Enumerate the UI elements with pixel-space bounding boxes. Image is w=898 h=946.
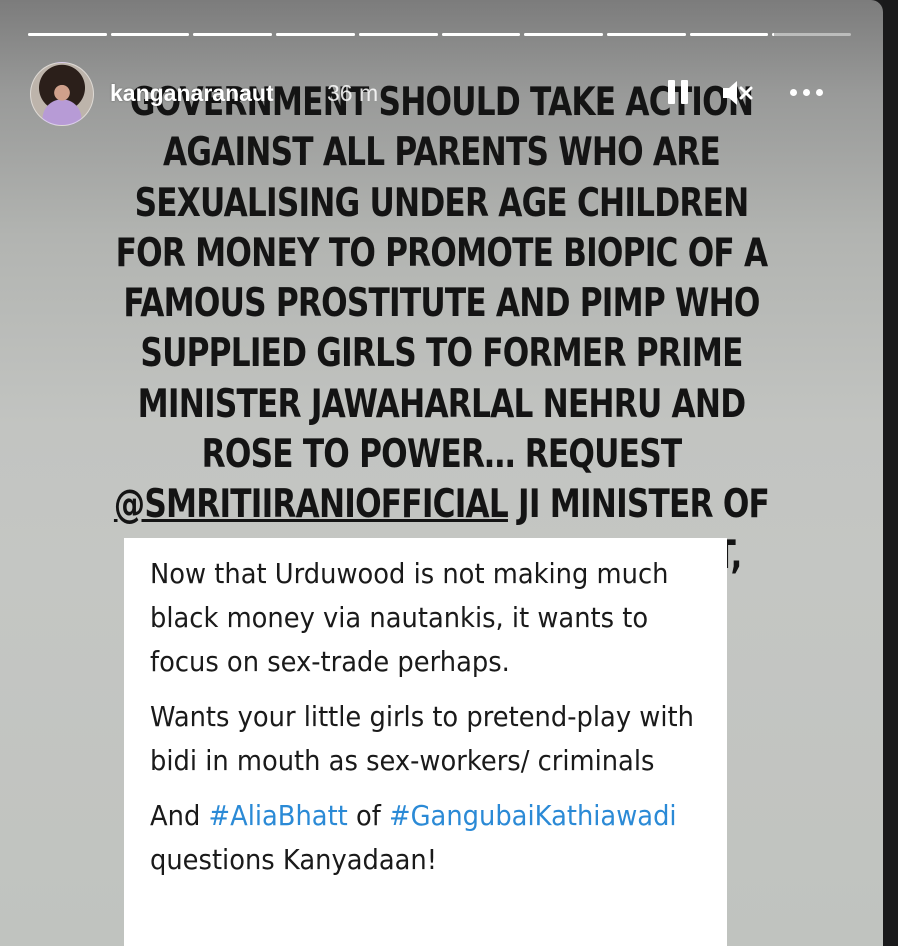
hashtag-link[interactable]: #GangubaiKathiawadi [389, 799, 677, 832]
more-dot [790, 89, 797, 96]
progress-fill [193, 33, 273, 36]
tweet-paragraph: And #AliaBhatt of #GangubaiKathiawadi qu… [150, 794, 702, 882]
progress-fill [524, 33, 603, 36]
tweet-text: of [347, 799, 389, 832]
mention-link[interactable]: @SMRITIIRANIOFFICIAL [114, 482, 509, 527]
story-viewer[interactable]: GOVERNMENT SHOULD TAKE ACTION AGAINST AL… [0, 0, 883, 946]
avatar[interactable] [30, 62, 94, 126]
progress-segment [28, 33, 107, 36]
progress-segment [193, 33, 273, 36]
right-edge-rail [883, 0, 898, 946]
progress-fill [689, 33, 769, 36]
progress-fill [276, 33, 355, 36]
mute-icon[interactable] [720, 76, 754, 110]
progress-segment [524, 33, 603, 36]
progress-fill [28, 33, 107, 36]
progress-segment [358, 33, 438, 36]
story-header: kanganaranaut 36 m [30, 60, 853, 126]
tweet-paragraph: Now that Urduwood is not making much bla… [150, 557, 669, 678]
tweet-paragraph: Wants your little girls to pretend-play … [150, 700, 694, 777]
mute-icon-graphic [723, 81, 753, 105]
progress-fill [441, 33, 521, 36]
more-dot [803, 89, 810, 96]
progress-segment [110, 33, 190, 36]
story-progress-bar [28, 33, 852, 36]
hashtag-link[interactable]: #AliaBhatt [208, 799, 347, 832]
post-time: 36 m [327, 80, 379, 106]
tweet-text: questions Kanyadaan! [150, 843, 438, 876]
progress-fill [110, 33, 190, 36]
progress-segment [441, 33, 521, 36]
progress-fill [606, 33, 686, 36]
pause-icon[interactable] [662, 76, 696, 110]
caption-text: GOVERNMENT SHOULD TAKE ACTION AGAINST AL… [115, 80, 768, 478]
progress-fill [358, 33, 438, 36]
more-icon[interactable] [790, 76, 830, 110]
progress-segment [772, 33, 852, 36]
username[interactable]: kanganaranaut [110, 80, 274, 107]
progress-segment [689, 33, 769, 36]
more-dot [816, 89, 823, 96]
tweet-screenshot: Now that Urduwood is not making much bla… [124, 538, 727, 946]
tweet-text: And [150, 799, 209, 832]
progress-segment [606, 33, 686, 36]
progress-fill [772, 33, 774, 36]
progress-segment [276, 33, 355, 36]
